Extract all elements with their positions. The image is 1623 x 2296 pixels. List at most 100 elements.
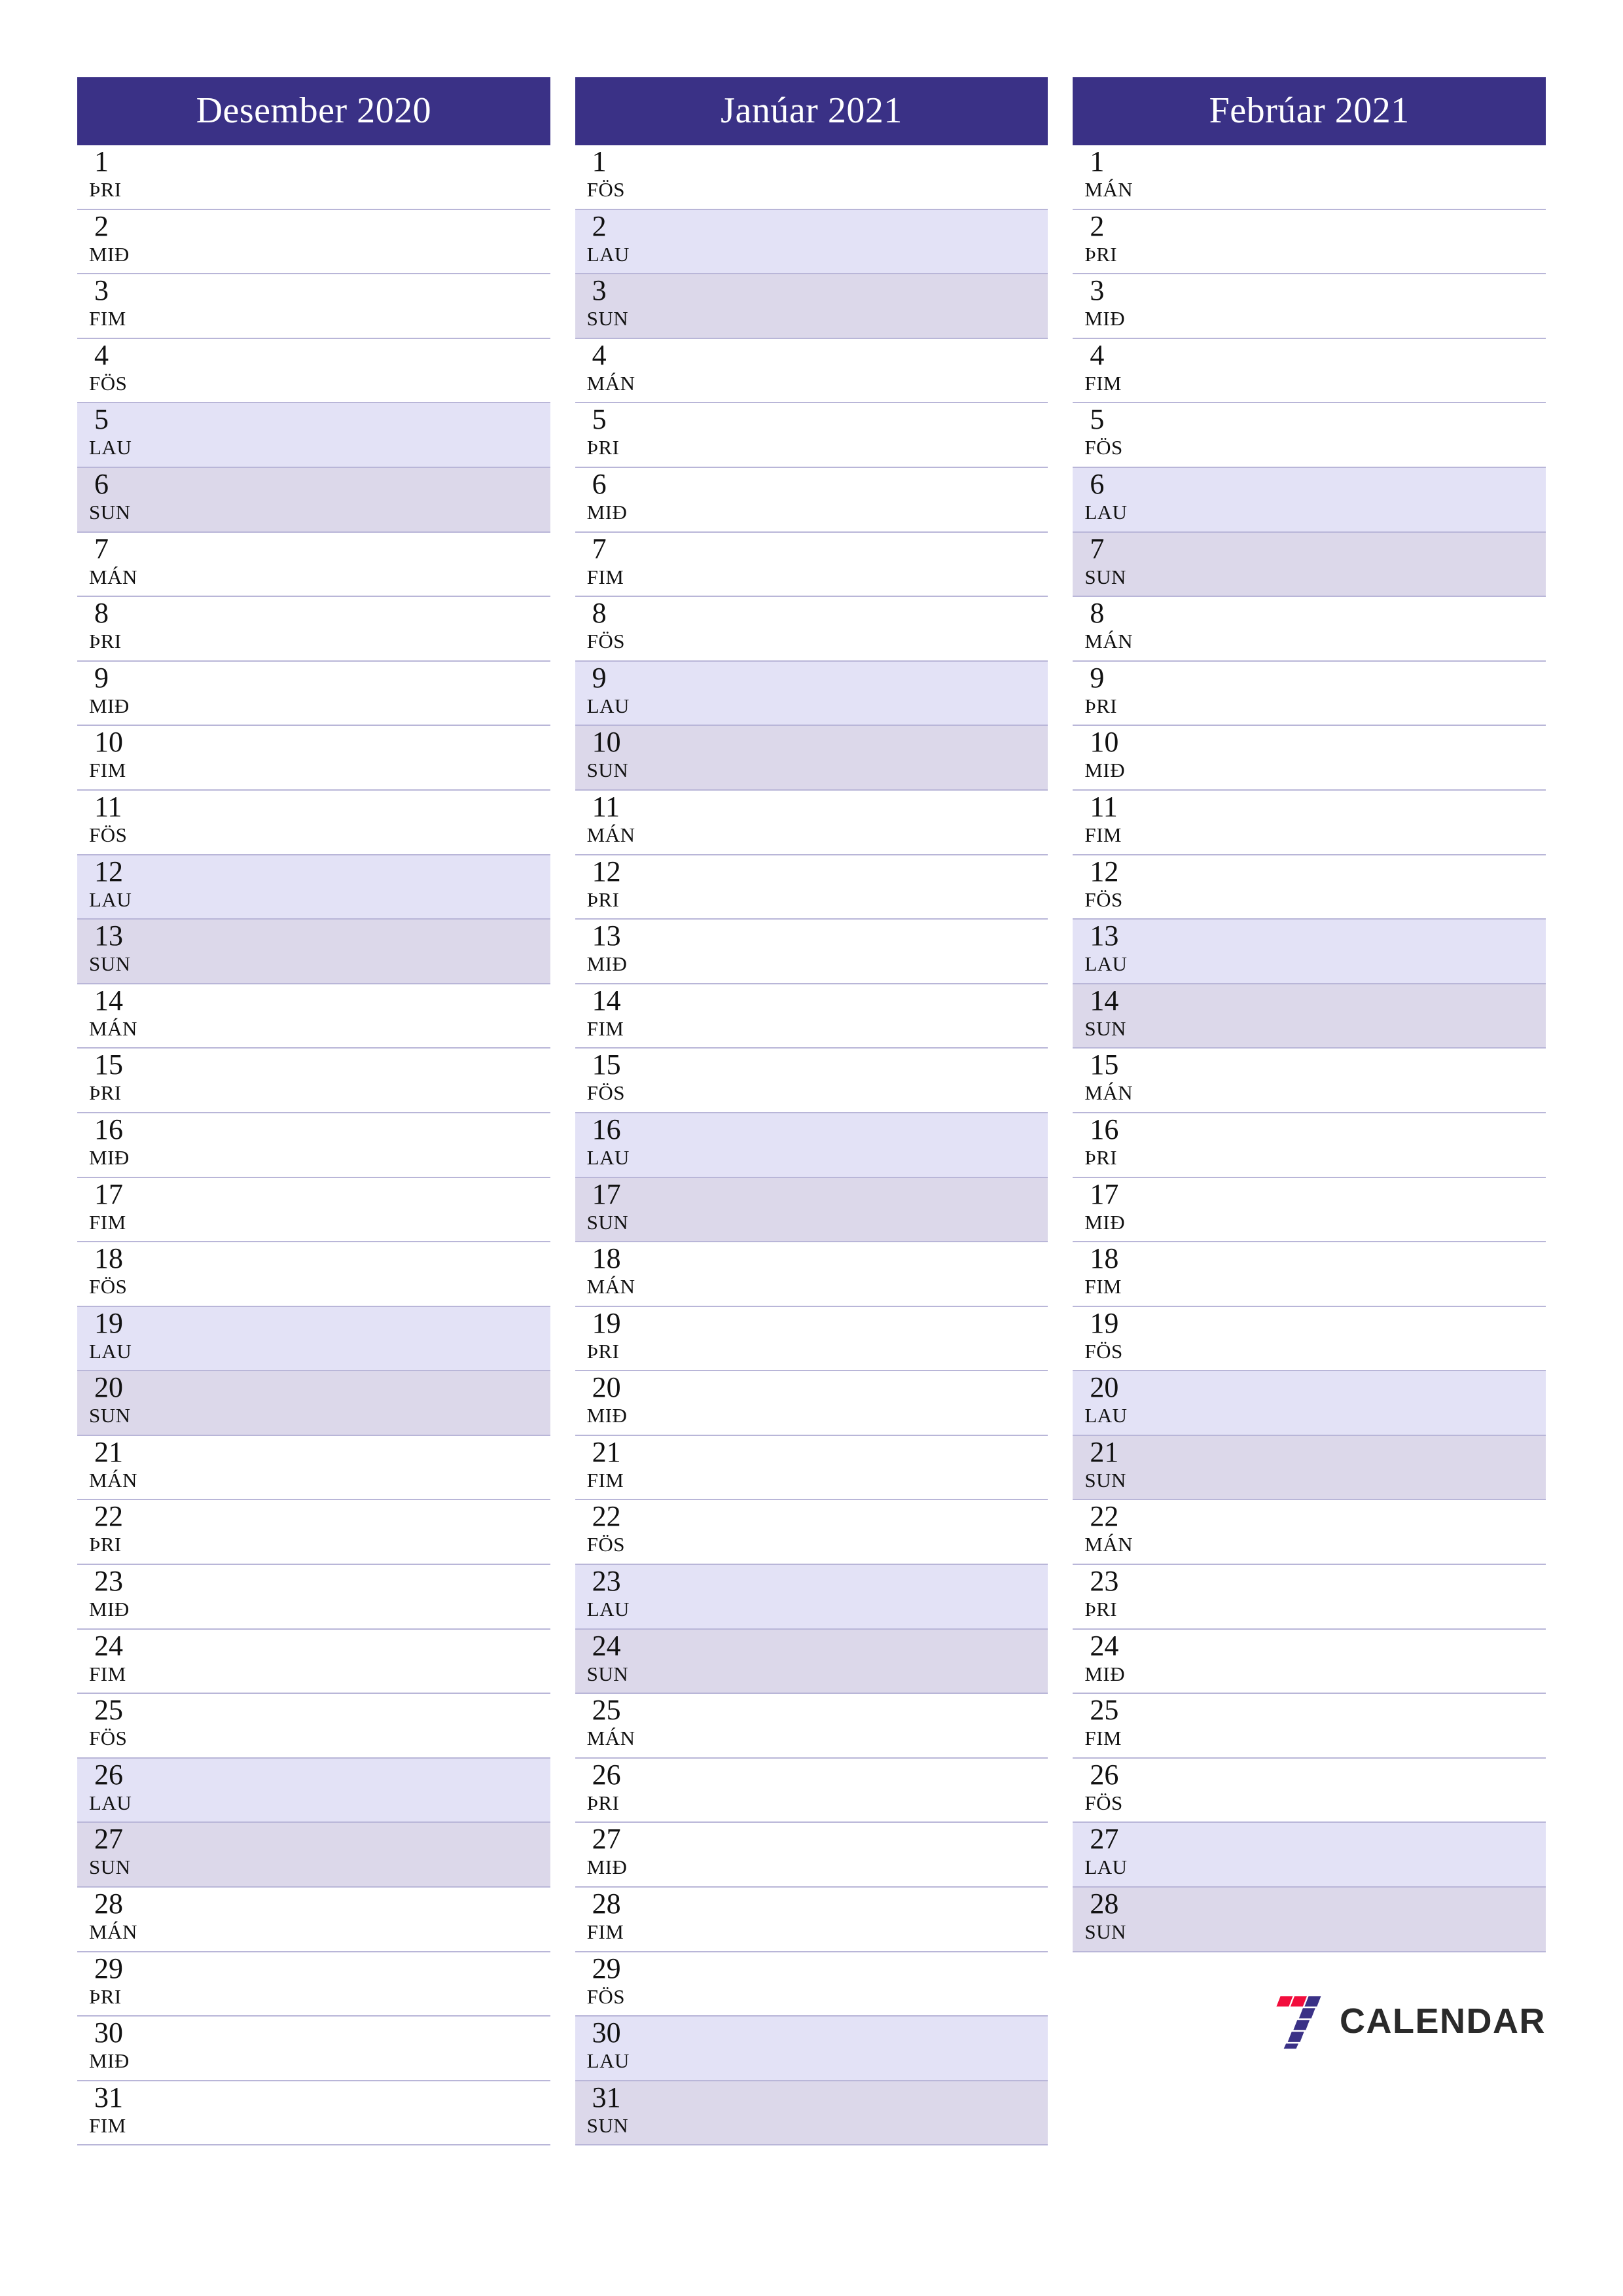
- day-row[interactable]: 7 SUN: [1073, 532, 1546, 598]
- day-row[interactable]: 23 MIÐ: [77, 1565, 550, 1630]
- day-row[interactable]: 25 FIM: [1073, 1694, 1546, 1759]
- day-row[interactable]: 17 FIM: [77, 1177, 550, 1243]
- day-row[interactable]: 19 FÖS: [1073, 1306, 1546, 1372]
- day-row[interactable]: 27 SUN: [77, 1823, 550, 1888]
- day-row[interactable]: 1 MÁN: [1073, 145, 1546, 210]
- day-row[interactable]: 18 MÁN: [575, 1242, 1048, 1307]
- day-row[interactable]: 1 ÞRI: [77, 145, 550, 210]
- day-weekday-label: MIÐ: [586, 500, 628, 524]
- day-row[interactable]: 18 FIM: [1073, 1242, 1546, 1307]
- day-row[interactable]: 26 LAU: [77, 1758, 550, 1823]
- day-row[interactable]: 3 SUN: [575, 274, 1048, 339]
- day-row[interactable]: 21 MÁN: [77, 1435, 550, 1501]
- day-row[interactable]: 25 MÁN: [575, 1694, 1048, 1759]
- day-row[interactable]: 4 MÁN: [575, 338, 1048, 404]
- day-row[interactable]: 5 ÞRI: [575, 403, 1048, 468]
- day-row[interactable]: 17 MIÐ: [1073, 1177, 1546, 1243]
- day-row[interactable]: 24 SUN: [575, 1629, 1048, 1695]
- day-row[interactable]: 29 FÖS: [575, 1952, 1048, 2017]
- day-row[interactable]: 5 FÖS: [1073, 403, 1546, 468]
- day-row[interactable]: 23 LAU: [575, 1565, 1048, 1630]
- day-row[interactable]: 7 FIM: [575, 532, 1048, 598]
- day-row[interactable]: 16 LAU: [575, 1113, 1048, 1178]
- day-row[interactable]: 12 ÞRI: [575, 855, 1048, 920]
- day-row[interactable]: 30 MIÐ: [77, 2017, 550, 2081]
- day-weekday-label: SUN: [89, 1856, 131, 1879]
- day-row[interactable]: 12 FÖS: [1073, 855, 1546, 920]
- day-row[interactable]: 1 FÖS: [575, 145, 1048, 210]
- day-weekday-label: MIÐ: [586, 1856, 628, 1879]
- day-row[interactable]: 15 MÁN: [1073, 1049, 1546, 1113]
- day-row[interactable]: 19 ÞRI: [575, 1306, 1048, 1372]
- day-row[interactable]: 15 ÞRI: [77, 1049, 550, 1113]
- day-row[interactable]: 24 FIM: [77, 1629, 550, 1695]
- day-row[interactable]: 21 SUN: [1073, 1435, 1546, 1501]
- day-row[interactable]: 3 FIM: [77, 274, 550, 339]
- day-row[interactable]: 27 MIÐ: [575, 1823, 1048, 1888]
- day-row[interactable]: 9 MIÐ: [77, 661, 550, 726]
- day-row[interactable]: 24 MIÐ: [1073, 1629, 1546, 1695]
- day-row[interactable]: 9 LAU: [575, 661, 1048, 726]
- day-row[interactable]: 11 FÖS: [77, 790, 550, 855]
- day-row[interactable]: 28 FIM: [575, 1888, 1048, 1952]
- day-row[interactable]: 11 MÁN: [575, 790, 1048, 855]
- day-row[interactable]: 12 LAU: [77, 855, 550, 920]
- day-row[interactable]: 9 ÞRI: [1073, 661, 1546, 726]
- day-row[interactable]: 21 FIM: [575, 1435, 1048, 1501]
- day-row[interactable]: 31 FIM: [77, 2081, 550, 2146]
- day-row[interactable]: 2 MIÐ: [77, 209, 550, 275]
- day-number: 7: [1090, 532, 1105, 565]
- day-row[interactable]: 29 ÞRI: [77, 1952, 550, 2017]
- day-row[interactable]: 11 FIM: [1073, 790, 1546, 855]
- day-row[interactable]: 20 SUN: [77, 1371, 550, 1436]
- day-row[interactable]: 13 LAU: [1073, 920, 1546, 984]
- day-row[interactable]: 8 MÁN: [1073, 597, 1546, 662]
- day-row[interactable]: 22 FÖS: [575, 1500, 1048, 1566]
- day-row[interactable]: 7 MÁN: [77, 532, 550, 598]
- day-row[interactable]: 18 FÖS: [77, 1242, 550, 1307]
- day-row[interactable]: 28 MÁN: [77, 1888, 550, 1952]
- day-row[interactable]: 4 FIM: [1073, 338, 1546, 404]
- day-row[interactable]: 6 SUN: [77, 467, 550, 533]
- day-row[interactable]: 5 LAU: [77, 403, 550, 468]
- day-row[interactable]: 8 FÖS: [575, 597, 1048, 662]
- day-row[interactable]: 14 SUN: [1073, 984, 1546, 1049]
- day-weekday-label: LAU: [1084, 500, 1128, 524]
- day-row[interactable]: 6 LAU: [1073, 467, 1546, 533]
- day-row[interactable]: 23 ÞRI: [1073, 1565, 1546, 1630]
- day-row[interactable]: 2 LAU: [575, 209, 1048, 275]
- day-row[interactable]: 25 FÖS: [77, 1694, 550, 1759]
- day-weekday-label: FÖS: [586, 630, 626, 653]
- day-row[interactable]: 31 SUN: [575, 2081, 1048, 2146]
- day-row[interactable]: 22 MÁN: [1073, 1500, 1546, 1566]
- day-row[interactable]: 10 MIÐ: [1073, 726, 1546, 791]
- day-row[interactable]: 27 LAU: [1073, 1823, 1546, 1888]
- day-row[interactable]: 19 LAU: [77, 1306, 550, 1372]
- day-weekday-label: SUN: [1084, 565, 1126, 588]
- day-row[interactable]: 20 MIÐ: [575, 1371, 1048, 1436]
- day-row[interactable]: 17 SUN: [575, 1177, 1048, 1243]
- day-row[interactable]: 30 LAU: [575, 2017, 1048, 2081]
- day-row[interactable]: 4 FÖS: [77, 338, 550, 404]
- day-row[interactable]: 10 FIM: [77, 726, 550, 791]
- day-row[interactable]: 14 MÁN: [77, 984, 550, 1049]
- day-row[interactable]: 20 LAU: [1073, 1371, 1546, 1436]
- day-row[interactable]: 28 SUN: [1073, 1888, 1546, 1952]
- day-row[interactable]: 13 SUN: [77, 920, 550, 984]
- day-row[interactable]: 16 ÞRI: [1073, 1113, 1546, 1178]
- day-number: 10: [94, 726, 123, 759]
- day-row[interactable]: 2 ÞRI: [1073, 209, 1546, 275]
- day-number: 26: [1090, 1758, 1119, 1791]
- day-row[interactable]: 13 MIÐ: [575, 920, 1048, 984]
- day-row[interactable]: 8 ÞRI: [77, 597, 550, 662]
- day-row[interactable]: 10 SUN: [575, 726, 1048, 791]
- day-number: 15: [592, 1049, 621, 1081]
- day-row[interactable]: 26 FÖS: [1073, 1758, 1546, 1823]
- day-row[interactable]: 22 ÞRI: [77, 1500, 550, 1566]
- day-row[interactable]: 26 ÞRI: [575, 1758, 1048, 1823]
- day-row[interactable]: 3 MIÐ: [1073, 274, 1546, 339]
- day-row[interactable]: 14 FIM: [575, 984, 1048, 1049]
- day-row[interactable]: 16 MIÐ: [77, 1113, 550, 1178]
- day-row[interactable]: 6 MIÐ: [575, 467, 1048, 533]
- day-row[interactable]: 15 FÖS: [575, 1049, 1048, 1113]
